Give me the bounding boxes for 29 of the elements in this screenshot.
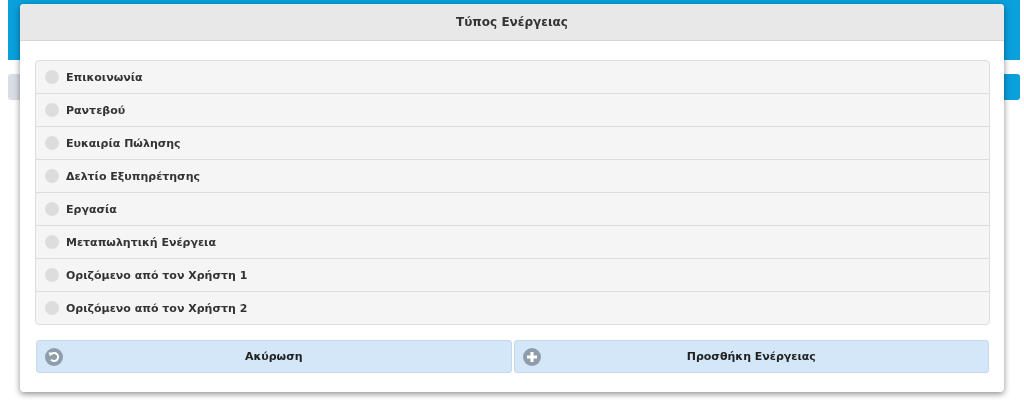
- undo-icon: [45, 347, 63, 366]
- option-label: Οριζόμενο από τον Χρήστη 2: [66, 301, 248, 315]
- plus-icon: [522, 347, 541, 366]
- option-row[interactable]: Δελτίο Εξυπηρέτησης: [36, 159, 989, 192]
- radio-button[interactable]: [45, 169, 59, 183]
- radio-button[interactable]: [45, 136, 59, 150]
- option-row[interactable]: Ραντεβού: [36, 93, 989, 126]
- option-row[interactable]: Ευκαιρία Πώλησης: [36, 126, 989, 159]
- option-row[interactable]: Οριζόμενο από τον Χρήστη 2: [36, 291, 989, 324]
- radio-button[interactable]: [45, 70, 59, 84]
- option-label: Οριζόμενο από τον Χρήστη 1: [66, 268, 248, 282]
- option-row[interactable]: Μεταπωλητική Ενέργεια: [36, 225, 989, 258]
- option-label: Μεταπωλητική Ενέργεια: [66, 235, 216, 249]
- radio-button[interactable]: [45, 268, 59, 282]
- radio-button[interactable]: [45, 202, 59, 216]
- option-row[interactable]: Επικοινωνία: [36, 61, 989, 93]
- radio-button[interactable]: [45, 235, 59, 249]
- radio-button[interactable]: [45, 103, 59, 117]
- radio-button[interactable]: [45, 301, 59, 315]
- option-row[interactable]: Οριζόμενο από τον Χρήστη 1: [36, 258, 989, 291]
- dialog-title: Τύπος Ενέργειας: [456, 15, 568, 29]
- add-action-button[interactable]: Προσθήκη Ενέργειας: [513, 340, 989, 373]
- option-row[interactable]: Εργασία: [36, 192, 989, 225]
- option-label: Ευκαιρία Πώλησης: [66, 136, 181, 150]
- option-label: Δελτίο Εξυπηρέτησης: [66, 169, 201, 183]
- option-label: Επικοινωνία: [66, 70, 143, 84]
- option-label: Εργασία: [66, 202, 117, 216]
- option-label: Ραντεβού: [66, 103, 126, 117]
- cancel-button[interactable]: Ακύρωση: [36, 340, 512, 373]
